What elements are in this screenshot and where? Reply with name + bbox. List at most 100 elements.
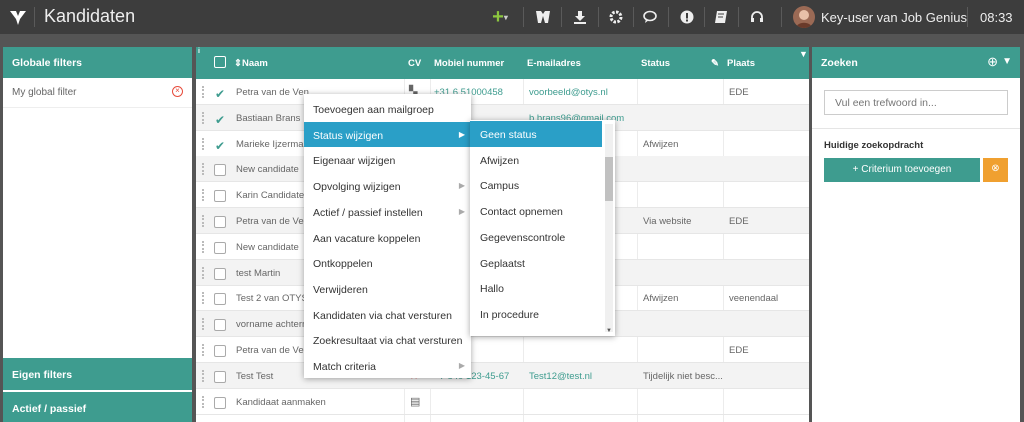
drag-handle-icon[interactable]	[202, 292, 204, 305]
drag-handle-icon[interactable]	[202, 86, 204, 98]
headset-icon[interactable]	[746, 6, 768, 28]
drag-handle-icon[interactable]	[202, 163, 204, 176]
submenu-item[interactable]: Gegevenscontrole	[470, 224, 602, 250]
menu-item[interactable]: Aan vacature koppelen	[304, 225, 471, 251]
table-row[interactable]: ✔ Petra van de Ven +31 6 51000458 voorbeeld…	[196, 79, 809, 105]
menu-item[interactable]: Actief / passief instellen ▶	[304, 199, 471, 225]
row-checkbox[interactable]	[214, 267, 226, 280]
col-status[interactable]: Status	[641, 58, 670, 69]
menu-item[interactable]: Ontkoppelen	[304, 250, 471, 276]
add-circle-icon[interactable]: ⊕	[987, 54, 998, 70]
cell-name[interactable]: New candidate	[236, 164, 299, 175]
submenu-item[interactable]: Campus	[470, 172, 602, 198]
user-name[interactable]: Key-user van Job Genius	[821, 10, 967, 25]
row-checkbox[interactable]	[214, 190, 226, 203]
row-checkbox[interactable]	[214, 293, 226, 306]
drag-handle-icon[interactable]	[202, 344, 204, 356]
menu-item[interactable]: Toevoegen aan mailgroep	[304, 96, 471, 122]
select-all-checkbox[interactable]	[214, 56, 226, 68]
menu-item[interactable]: Kandidaten via chat versturen	[304, 302, 471, 328]
cell-name[interactable]: test Martin	[236, 268, 280, 279]
pencil-icon[interactable]: ✎	[711, 58, 719, 69]
row-checkbox[interactable]	[214, 319, 226, 332]
col-cv[interactable]: CV	[408, 58, 421, 69]
clear-search-button[interactable]: ⊗	[983, 158, 1008, 182]
drag-handle-icon[interactable]	[202, 318, 204, 331]
avatar[interactable]	[793, 6, 815, 28]
row-checkbox[interactable]	[214, 396, 226, 409]
submenu-scroll-thumb[interactable]	[605, 157, 613, 201]
row-checkbox[interactable]	[214, 241, 226, 254]
menu-item[interactable]: Match criteria ▶	[304, 353, 471, 379]
menu-item-label: Actief / passief instellen	[313, 206, 423, 219]
drag-handle-icon[interactable]	[202, 189, 204, 202]
submenu-item[interactable]: Geplaatst	[470, 250, 602, 276]
grid-info-icon[interactable]: i	[198, 48, 200, 55]
book-icon[interactable]	[710, 6, 732, 28]
global-filters-header[interactable]: Globale filters	[3, 47, 192, 78]
cell-name[interactable]: Bastiaan Brans	[236, 113, 300, 124]
submenu-item[interactable]: Contact opnemen	[470, 198, 602, 224]
drag-handle-icon[interactable]	[202, 215, 204, 227]
col-place[interactable]: Plaats	[727, 58, 755, 69]
cell-email[interactable]: voorbeeld@otys.nl	[529, 87, 608, 98]
download-icon[interactable]	[569, 6, 591, 28]
app-logo-icon[interactable]	[8, 7, 28, 27]
drag-handle-icon[interactable]	[202, 137, 204, 150]
menu-item[interactable]: Opvolging wijzigen ▶	[304, 173, 471, 199]
submenu-item[interactable]: Geen status	[470, 121, 602, 147]
remove-filter-icon[interactable]: ×	[172, 86, 183, 97]
table-row[interactable]: Petra van de Ven EDE	[196, 337, 809, 363]
checked-icon[interactable]: ✔	[215, 113, 225, 127]
filter-item[interactable]: My global filter ×	[3, 78, 192, 108]
col-email[interactable]: E-mailadres	[527, 58, 581, 69]
cell-name[interactable]: New candidate	[236, 242, 299, 253]
cell-name[interactable]: Test 2 van OTYS	[236, 293, 308, 304]
row-checkbox[interactable]	[214, 164, 226, 177]
drag-handle-icon[interactable]	[202, 266, 204, 279]
drag-handle-icon[interactable]	[202, 395, 204, 408]
cell-name[interactable]: Kandidaat aanmaken	[236, 397, 326, 408]
filter-icon[interactable]: ▼	[799, 49, 808, 59]
table-row[interactable]: Kandidaat aanmaken ▤	[196, 389, 809, 415]
row-checkbox[interactable]	[214, 216, 226, 228]
gear-icon[interactable]	[605, 6, 627, 28]
menu-item[interactable]: Zoekresultaat via chat versturen	[304, 327, 471, 353]
add-criterion-button[interactable]: + Criterium toevoegen	[824, 158, 980, 182]
checked-icon[interactable]: ✔	[215, 139, 225, 153]
submenu-item[interactable]: Hallo	[470, 275, 602, 301]
drag-handle-icon[interactable]	[202, 111, 204, 124]
sort-icon[interactable]: ⇕	[234, 58, 242, 69]
scroll-down-icon[interactable]: ▼	[606, 328, 612, 334]
col-mobile[interactable]: Mobiel nummer	[434, 58, 504, 69]
drag-handle-icon[interactable]	[202, 240, 204, 253]
checked-icon[interactable]: ✔	[215, 87, 225, 101]
own-filters-header[interactable]: Eigen filters	[3, 358, 192, 390]
menu-item-label: Match criteria	[313, 361, 377, 373]
submenu-item[interactable]: In procedure	[470, 301, 602, 327]
cell-name[interactable]: Petra van de Ven	[236, 345, 309, 356]
cell-email[interactable]: Test12@test.nl	[529, 371, 592, 382]
active-passive-header[interactable]: Actief / passief	[3, 392, 192, 422]
filter-icon[interactable]: ▼	[1002, 56, 1012, 67]
drag-handle-icon[interactable]	[202, 369, 204, 382]
chat-icon[interactable]	[640, 6, 662, 28]
menu-item[interactable]: Status wijzigen ▶	[304, 121, 471, 148]
row-checkbox[interactable]	[214, 370, 226, 383]
cell-name[interactable]: Test Test	[236, 371, 273, 382]
row-checkbox[interactable]	[214, 345, 226, 357]
table-row[interactable]: Test Test +7 840 123-45-67 Test12@test.nl T…	[196, 362, 809, 389]
tie-icon[interactable]	[532, 6, 554, 28]
submenu-scrollbar[interactable]	[605, 124, 613, 332]
cv-icon[interactable]: ▤	[410, 395, 420, 408]
alert-icon[interactable]	[676, 6, 698, 28]
menu-item[interactable]: Eigenaar wijzigen	[304, 147, 471, 173]
cell-name[interactable]: Petra van de Ven	[236, 216, 309, 227]
submenu-item[interactable]: Afwijzen	[470, 147, 602, 173]
col-name[interactable]: Naam	[242, 58, 268, 69]
plus-icon[interactable]: + ▾	[488, 6, 512, 28]
search-input[interactable]	[824, 90, 1008, 115]
cell-name[interactable]: Petra van de Ven	[236, 87, 309, 98]
cell-name[interactable]: Marieke Ijzerman	[236, 139, 309, 150]
menu-item[interactable]: Verwijderen	[304, 276, 471, 302]
